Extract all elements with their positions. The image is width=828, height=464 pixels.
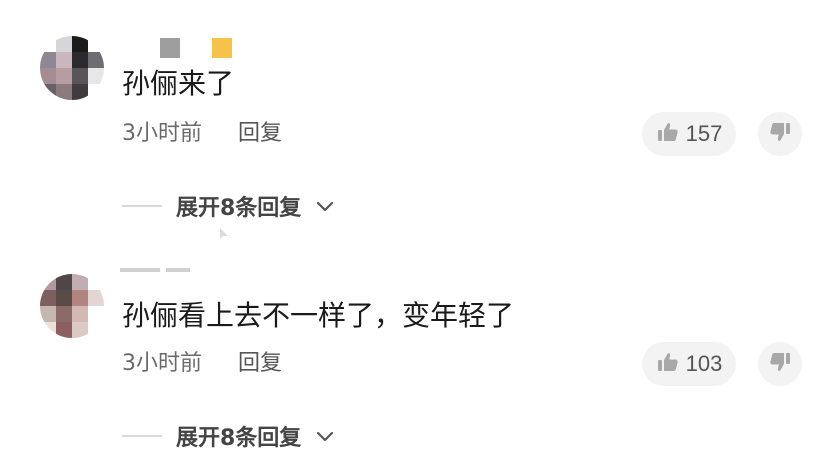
- like-button[interactable]: 157: [642, 112, 736, 156]
- comment-text: 孙俪来了: [122, 67, 235, 100]
- comment-item: 孙俪看上去不一样了，变年轻了 3小时前 回复 103 展开8条回复: [0, 232, 828, 464]
- like-button[interactable]: 103: [642, 342, 736, 386]
- expand-replies-label: 展开8条回复: [176, 426, 302, 451]
- expand-replies-button[interactable]: 展开8条回复: [122, 190, 335, 222]
- thumbs-up-icon: [656, 350, 680, 378]
- username[interactable]: [160, 38, 232, 58]
- comment-meta: 3小时前 回复: [122, 350, 282, 378]
- comment-meta: 3小时前 回复: [122, 120, 282, 148]
- thumbs-down-icon: [768, 120, 792, 148]
- avatar[interactable]: [40, 274, 104, 338]
- like-count: 157: [685, 121, 723, 146]
- comment-item: 孙俪来了 3小时前 回复 157 展开8条回复: [0, 0, 828, 232]
- dislike-button[interactable]: [758, 342, 802, 386]
- expand-replies-label: 展开8条回复: [176, 196, 302, 221]
- comment-text: 孙俪看上去不一样了，变年轻了: [122, 299, 515, 332]
- divider: [122, 435, 162, 437]
- expand-replies-button[interactable]: 展开8条回复: [122, 420, 335, 452]
- reply-button[interactable]: 回复: [238, 350, 282, 378]
- comment-time: 3小时前: [122, 121, 202, 146]
- reply-button[interactable]: 回复: [238, 120, 282, 148]
- thumbs-up-icon: [656, 120, 680, 148]
- username[interactable]: [120, 268, 190, 276]
- avatar[interactable]: [40, 36, 104, 100]
- like-count: 103: [685, 351, 723, 376]
- chevron-down-icon: [315, 426, 335, 446]
- thumbs-down-icon: [768, 350, 792, 378]
- dislike-button[interactable]: [758, 112, 802, 156]
- chevron-down-icon: [315, 196, 335, 216]
- divider: [122, 205, 162, 207]
- comment-time: 3小时前: [122, 351, 202, 376]
